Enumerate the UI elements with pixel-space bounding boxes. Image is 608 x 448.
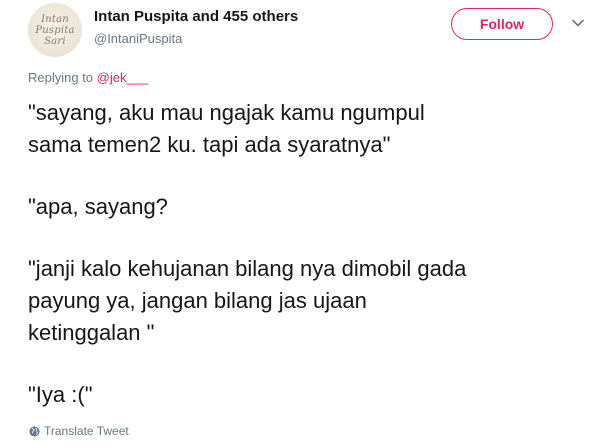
avatar[interactable]: Intan Puspita Sari — [28, 3, 82, 57]
follow-button[interactable]: Follow — [451, 8, 553, 40]
tweet-text: "sayang, aku mau ngajak kamu ngumpul sam… — [28, 97, 598, 411]
chevron-down-icon[interactable] — [570, 15, 586, 31]
tweet-paragraph-3: "janji kalo kehujanan bilang nya dimobil… — [28, 256, 467, 345]
tweet-paragraph-1: "sayang, aku mau ngajak kamu ngumpul sam… — [28, 100, 425, 157]
replying-to-label: Replying to — [28, 70, 97, 85]
avatar-line-1: Intan — [41, 13, 69, 25]
display-name[interactable]: Intan Puspita and 455 others — [94, 8, 298, 25]
tweet-paragraph-2: "apa, sayang? — [28, 194, 168, 219]
globe-icon — [29, 425, 40, 437]
translate-tweet-link[interactable]: Translate Tweet — [29, 424, 129, 438]
avatar-text: Intan Puspita Sari — [28, 3, 82, 57]
tweet-paragraph-4: "Iya :(" — [28, 382, 93, 407]
avatar-line-3: Sari — [44, 35, 66, 47]
replying-to: Replying to @jek___ — [28, 70, 148, 85]
user-handle[interactable]: @IntaniPuspita — [94, 31, 182, 46]
translate-tweet-label[interactable]: Translate Tweet — [44, 424, 129, 438]
reply-mention-link[interactable]: @jek___ — [97, 70, 149, 85]
avatar-line-2: Puspita — [35, 24, 75, 36]
